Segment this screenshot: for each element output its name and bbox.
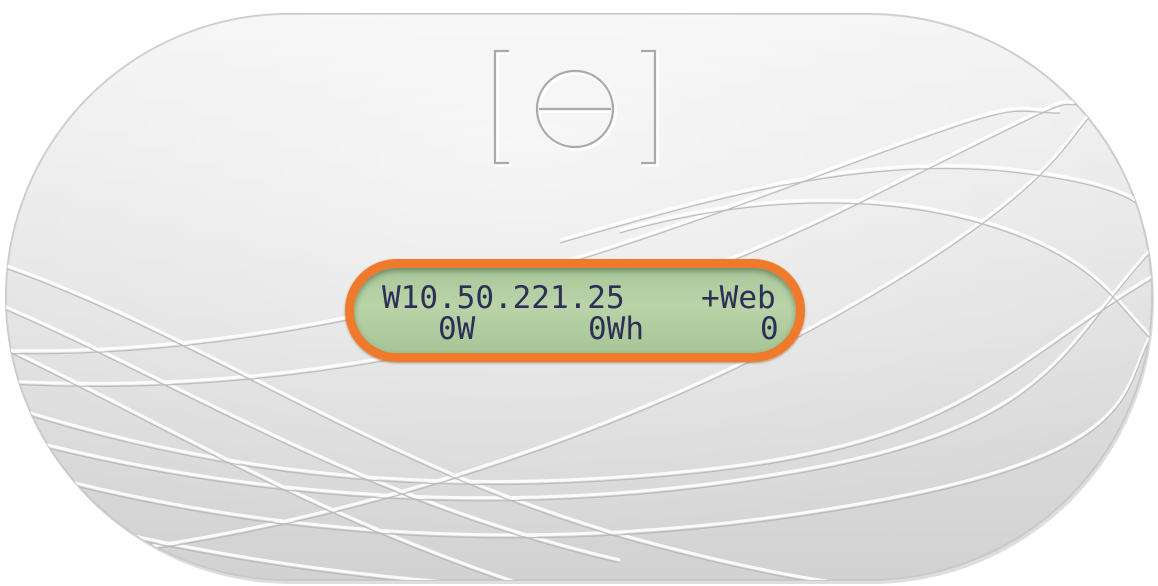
- meter-photo: W10.50.221.25 +Web 0W 0Wh 0: [0, 0, 1158, 586]
- lcd-line-2: 0W 0Wh 0: [382, 311, 786, 347]
- lcd-counter: 0: [760, 311, 779, 347]
- lcd-display: W10.50.221.25 +Web 0W 0Wh 0: [345, 259, 805, 362]
- lcd-energy-reading: 0Wh: [588, 311, 644, 347]
- lcd-power-reading: 0W: [438, 311, 476, 347]
